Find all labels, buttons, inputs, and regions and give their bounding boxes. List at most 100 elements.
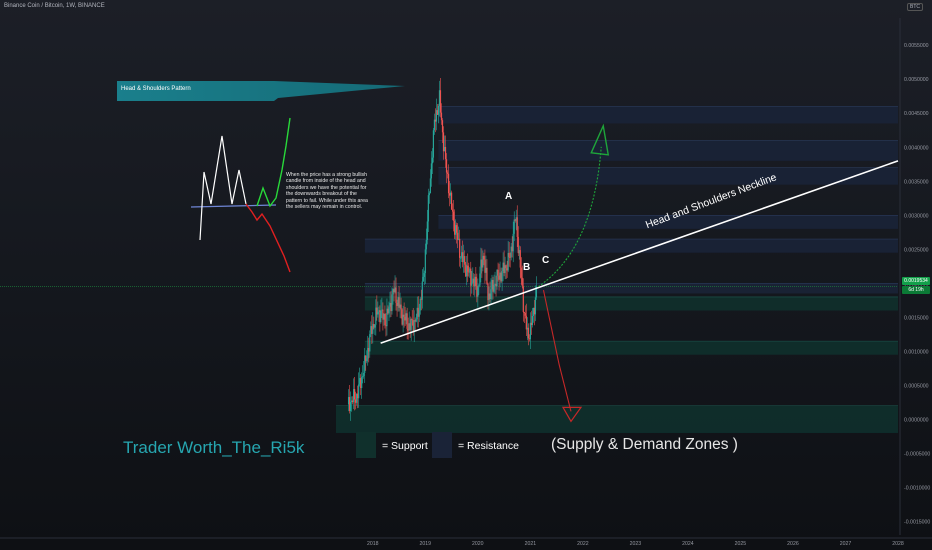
countdown-tag: 6d 19h (902, 286, 930, 294)
candle-body (464, 256, 466, 265)
candle-body (447, 173, 450, 194)
zones-layer (336, 106, 899, 433)
chart-stage: 0.0055000 0.0050000 0.0045000 0.0040000 0.00… (0, 0, 932, 550)
sketch-neckline (190, 204, 277, 208)
x-tick-label: 2024 (682, 541, 694, 547)
point-b-label: B (523, 262, 531, 273)
y-tick-label: 0.0000000 (904, 417, 929, 423)
x-tick-label: 2018 (367, 541, 379, 547)
y-tick-label: -0.0005000 (904, 451, 930, 457)
callout-label: Head & Shoulders Pattern (121, 86, 191, 92)
candle-body (452, 209, 454, 212)
candle-body (380, 310, 382, 323)
y-tick-label: 0.0015000 (904, 315, 929, 321)
candle-body (418, 310, 420, 317)
candle-body (471, 282, 473, 286)
price-chart[interactable]: 0.0055000 0.0050000 0.0045000 0.0040000 0.00… (0, 0, 932, 550)
candle-body (391, 294, 393, 312)
support-zone (364, 296, 899, 311)
candle-body (384, 313, 386, 326)
candle-body (424, 249, 426, 274)
resistance-swatch (432, 432, 452, 458)
annotation-text: When the price has a strong bullish cand… (286, 172, 368, 211)
candle-body (505, 265, 507, 269)
candle-body (349, 402, 352, 411)
candle-body (477, 287, 479, 297)
candle-body (415, 319, 417, 322)
resistance-zone (438, 167, 898, 185)
candle-body (513, 219, 515, 234)
candle-body (422, 276, 424, 282)
x-tick-label: 2026 (787, 541, 799, 547)
candle-body (493, 284, 495, 292)
x-tick-label: 2022 (577, 541, 589, 547)
x-tick-label: 2025 (735, 541, 747, 547)
brand-watermark: Trader Worth_The_Ri5k (123, 438, 305, 457)
candle-body (508, 252, 510, 258)
candle-body (400, 304, 402, 310)
y-tick-label: 0.0035000 (904, 179, 929, 185)
candle-body (363, 372, 365, 376)
candle-body (427, 195, 429, 222)
candle-body (362, 375, 364, 377)
candle-body (479, 273, 481, 286)
y-tick-label: 0.0045000 (904, 111, 929, 117)
candle-body (457, 232, 459, 240)
y-tick-label: -0.0010000 (904, 485, 930, 491)
y-tick-label: 0.0030000 (904, 213, 929, 219)
candle-body (456, 225, 458, 233)
candle-body (501, 271, 503, 282)
candle-body (519, 250, 521, 268)
candle-body (361, 376, 363, 389)
candle-body (425, 239, 427, 250)
candle-body (432, 130, 435, 158)
candle-body (483, 255, 485, 260)
candle-body (524, 313, 526, 316)
candle-body (410, 319, 412, 330)
x-tick-label: 2027 (840, 541, 852, 547)
candle-body (460, 257, 462, 259)
currency-badge[interactable]: BTC (907, 3, 923, 11)
current-price-tag: 0.0019534 (902, 277, 930, 285)
candle-body (527, 327, 529, 339)
point-a-label: A (505, 191, 513, 202)
candle-body (453, 211, 455, 221)
candle-body (354, 389, 356, 400)
resistance-zone (438, 140, 898, 161)
candle-body (439, 90, 442, 113)
support-legend-text: = Support (382, 440, 428, 452)
y-tick-label: -0.0015000 (904, 519, 930, 525)
candle-body (428, 193, 430, 196)
candle-body (486, 267, 488, 284)
candle-body (516, 217, 518, 237)
candle-body (521, 277, 523, 287)
y-tick-label: 0.0055000 (904, 43, 929, 49)
x-tick-label: 2020 (472, 541, 484, 547)
candle-body (395, 287, 397, 303)
candle-body (520, 267, 522, 278)
candle-body (440, 112, 443, 121)
x-axis: 2018 2019 2020 2021 2022 2023 2024 2025 2026 2027… (0, 537, 932, 547)
x-tick-label: 2019 (420, 541, 432, 547)
sketch-pattern (199, 135, 247, 241)
candle-body (423, 273, 425, 277)
candle-body (431, 157, 434, 164)
candle-body (377, 311, 379, 315)
candle-body (475, 276, 477, 286)
sketch-bear-path (245, 203, 291, 273)
y-tick-label: 0.0025000 (904, 247, 929, 253)
candle-body (478, 285, 480, 288)
candle-body (534, 297, 537, 315)
support-swatch (356, 432, 376, 458)
candle-body (525, 315, 527, 330)
candle-body (403, 314, 405, 317)
support-zone (364, 341, 899, 355)
support-zone (336, 405, 898, 433)
x-tick-label: 2028 (892, 541, 904, 547)
candle-body (490, 289, 492, 299)
candle-body (406, 313, 408, 329)
candle-body (429, 178, 431, 194)
candle-body (441, 120, 444, 133)
candle-body (523, 311, 525, 314)
candle-body (419, 298, 421, 311)
